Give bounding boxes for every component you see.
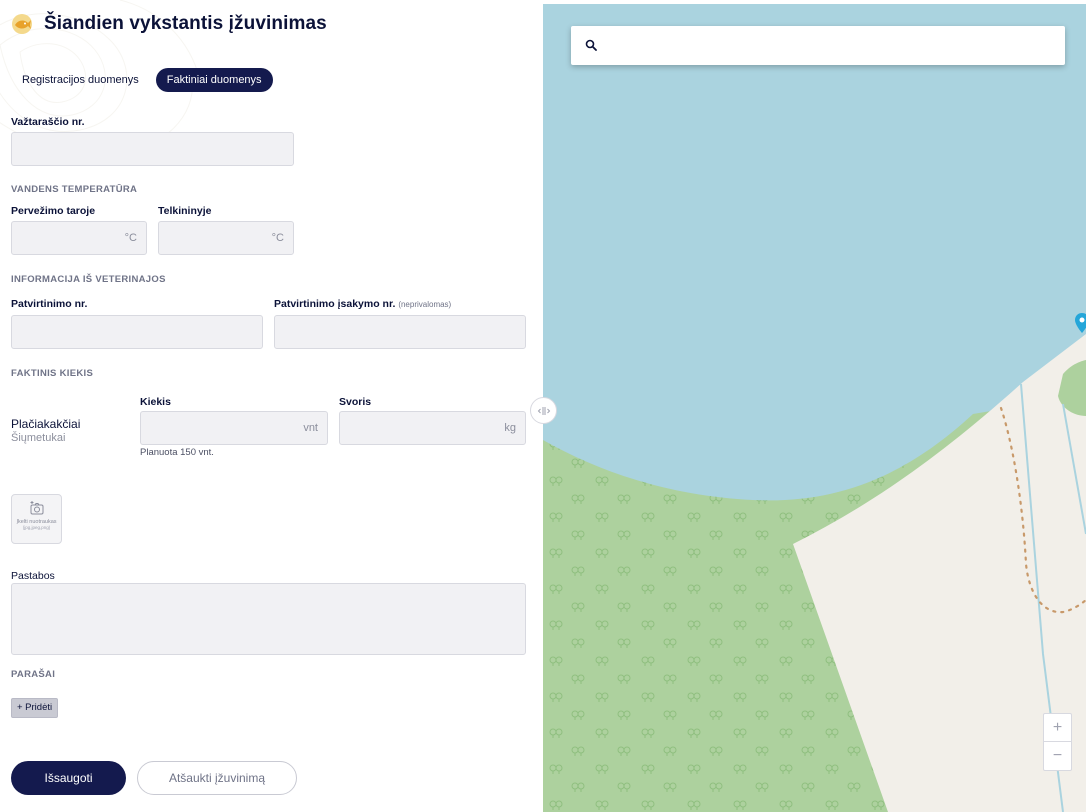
tab-actual-data[interactable]: Faktiniai duomenys [155,68,273,92]
map-search-input[interactable] [605,26,1055,65]
save-button[interactable]: Išsaugoti [11,761,126,795]
map-view[interactable] [543,4,1086,812]
fish-species: Plačiakakčiai [11,417,81,431]
celsius-unit: °C [271,232,284,244]
panel-resize-handle[interactable] [530,397,557,424]
approval-order-label-text: Patvirtinimo įsakymo nr. [274,298,396,310]
page-header: Šiandien vykstantis įžuvinimas [11,13,327,35]
tab-registration-data[interactable]: Registracijos duomenys [11,68,150,92]
map-marker-icon[interactable] [1075,313,1086,333]
add-signature-button[interactable]: + Pridėti [11,698,59,718]
reservoir-temp-label: Telkininyje [158,205,212,217]
approval-order-input[interactable] [274,315,526,349]
celsius-unit: °C [124,232,137,244]
zoom-out-button[interactable]: − [1044,742,1071,770]
zoom-in-button[interactable]: + [1044,714,1071,742]
reservoir-temp-input[interactable]: °C [158,221,294,255]
form-panel: Šiandien vykstantis įžuvinimas Registrac… [0,0,543,812]
kg-unit: kg [504,422,516,434]
cancel-stocking-button[interactable]: Atšaukti įžuvinimą [137,761,297,795]
search-icon [585,39,597,51]
quantity-input[interactable]: vnt [140,411,328,445]
camera-icon [30,501,43,515]
fish-age-group: Šiųmetukai [11,432,66,444]
pieces-unit: vnt [303,422,318,434]
tab-bar: Registracijos duomenys Faktiniai duomeny… [11,68,273,92]
transport-temp-input[interactable]: °C [11,221,147,255]
transport-temp-label: Pervežimo taroje [11,205,96,217]
notes-label: Pastabos [11,570,55,582]
approval-number-input[interactable] [11,315,263,349]
resize-arrows-icon [537,406,550,415]
actual-quantity-section: FAKTINIS KIEKIS [11,368,94,379]
signatures-section: PARAŠAI [11,669,56,680]
notes-textarea[interactable] [11,583,526,655]
upload-photos-button[interactable]: Įkelti nuotraukas (jpg,jpeg,png) [11,494,62,544]
water-temperature-section: VANDENS TEMPERATŪRA [11,184,138,195]
map-search-box[interactable] [571,26,1065,65]
upload-formats: (jpg,jpeg,png) [22,525,51,530]
weight-input[interactable]: kg [339,411,526,445]
veterinary-section: INFORMACIJA IŠ VETERINAJOS [11,274,166,285]
waybill-input[interactable] [11,132,294,166]
fish-icon [12,14,32,34]
map-canvas [543,334,1086,812]
approval-number-label: Patvirtinimo nr. [11,298,88,310]
planned-quantity-hint: Planuota 150 vnt. [140,447,214,458]
page-title: Šiandien vykstantis įžuvinimas [44,13,327,34]
map-zoom-controls: + − [1043,713,1072,771]
optional-note: (neprivalomas) [398,300,452,309]
weight-label: Svoris [339,396,372,408]
waybill-label: Važtaraščio nr. [11,116,85,128]
approval-order-label: Patvirtinimo įsakymo nr. (neprivalomas) [274,298,451,310]
quantity-label: Kiekis [140,396,171,408]
